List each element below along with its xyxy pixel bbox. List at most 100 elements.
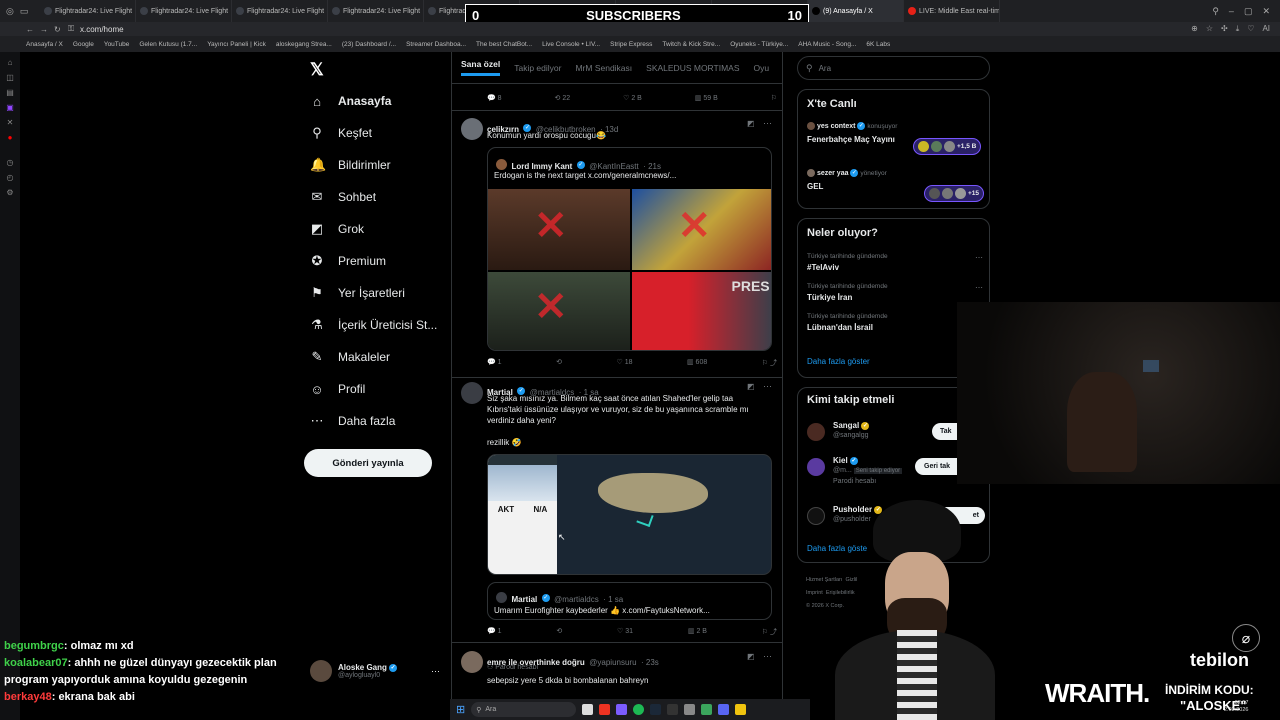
bookmark-item[interactable]: Oyuneks - Türkiye... — [730, 41, 788, 48]
grok-tweet-icon[interactable]: ◩ — [747, 382, 755, 391]
back-icon[interactable]: ← — [26, 25, 40, 34]
nav-item-premium[interactable]: ✪ Premium — [310, 251, 437, 271]
tweet-avatar[interactable] — [461, 382, 483, 404]
trend-item[interactable]: Türkiye tarihinde gündemde #TelAviv ⋯ — [807, 253, 983, 272]
trend-more-icon[interactable]: ⋯ — [975, 253, 983, 262]
folder-icon[interactable] — [735, 704, 747, 715]
forward-icon[interactable]: → — [40, 25, 54, 34]
trends-show-more[interactable]: Daha fazla göster — [807, 357, 870, 366]
bookmark-item[interactable]: Anasayfa / X — [26, 41, 63, 48]
chat-username[interactable]: begumbrgc — [4, 640, 64, 652]
nav-item-mail[interactable]: ✉ Sohbet — [310, 187, 437, 207]
tweet[interactable]: Martial ✓ @martialdcs · 1 sa ◩ ⋯ Siz şak… — [452, 378, 782, 643]
close-icon[interactable]: ✕ — [1262, 6, 1270, 17]
nav-item-search[interactable]: ⚲ Keşfet — [310, 123, 437, 143]
bookmark-item[interactable]: 6K Labs — [866, 41, 890, 48]
quoted-tweet[interactable]: Lord Immy Kant ✓ @KantInEastt · 21s Erdo… — [487, 147, 772, 351]
media-image[interactable]: ✕ — [488, 189, 630, 270]
browser-tab[interactable]: Flightradar24: Live Flight — [40, 0, 136, 22]
timeline-tab[interactable]: MrM Sendikası — [575, 63, 632, 73]
timeline-tab[interactable]: Takip edilyor — [514, 63, 561, 73]
like-button[interactable]: ♡ 18 — [616, 358, 632, 368]
panel-youtube-icon[interactable]: ● — [8, 133, 13, 142]
like-button[interactable]: ♡ 2 B — [623, 94, 642, 102]
bookmark-button[interactable]: ⚐ ⤴ — [762, 358, 777, 368]
search-input[interactable]: Ara — [819, 64, 831, 73]
maximize-icon[interactable]: ▢ — [1244, 6, 1253, 17]
browser-tab[interactable]: Flightradar24: Live Flight — [328, 0, 424, 22]
account-more-icon[interactable]: ⋯ — [431, 666, 440, 677]
like-button[interactable]: ♡ 31 — [617, 627, 633, 637]
task-view-icon[interactable] — [582, 704, 594, 715]
reload-icon[interactable]: ↻ — [54, 25, 68, 34]
panel-twitch-icon[interactable]: ▣ — [6, 103, 14, 112]
views-button[interactable]: ▥ 2 B — [688, 627, 707, 637]
search-box[interactable]: ⚲ Ara — [797, 56, 990, 80]
extensions-icon[interactable]: ✣ — [1221, 24, 1228, 34]
trend-item[interactable]: Türkiye tarihinde gündemde Türkiye İran ⋯ — [807, 283, 983, 302]
views-button[interactable]: ▥ 59 B — [695, 94, 718, 102]
zoom-icon[interactable]: ⊕ — [1191, 24, 1198, 34]
nav-item-creator-studio[interactable]: ⚗ İçerik Üreticisi St... — [310, 315, 437, 335]
bookmark-item[interactable]: aloskegang Strea... — [276, 41, 332, 48]
bookmark-item[interactable]: Streamer Dashboa... — [406, 41, 466, 48]
search-tabs-icon[interactable]: ⚲ — [1212, 6, 1219, 17]
browser-menu[interactable]: ◎ ▭ — [0, 0, 40, 22]
panel-x-icon[interactable]: ✕ — [7, 118, 14, 127]
sidebar-toggle-icon[interactable]: ▭ — [20, 6, 29, 17]
site-info-icon[interactable]: ⚿ — [68, 24, 80, 34]
media-image[interactable]: ✕ — [488, 271, 630, 350]
bookmark-star-icon[interactable]: ☆ — [1206, 24, 1213, 34]
timeline-tab[interactable]: Oyu — [754, 63, 770, 73]
account-switcher[interactable]: Aloske Gang ✓ @aylogluayl0 ⋯ — [310, 659, 440, 683]
live-listeners[interactable]: +15 — [924, 185, 985, 202]
bookmark-item[interactable]: YouTube — [104, 41, 130, 48]
views-button[interactable]: ▥ 608 — [687, 358, 707, 368]
tweet-media-map[interactable]: AKT N/A ↖ — [487, 454, 772, 575]
panel-history-icon[interactable]: ◷ — [7, 158, 14, 167]
bookmark-item[interactable]: Live Console • LIV... — [542, 41, 600, 48]
repost-button[interactable]: ⟲ — [556, 358, 562, 368]
nav-item-articles[interactable]: ✎ Makaleler — [310, 347, 437, 367]
tweet[interactable]: çelikzırn ✓ @celikbutbroken · 13d ◩ ⋯ Ko… — [452, 110, 782, 378]
bookmark-button[interactable]: ⚐ ⤴ — [762, 627, 777, 637]
reply-button[interactable]: 💬 8 — [487, 94, 502, 102]
live-item[interactable]: yes context ✓ konuşuyor Fenerbahçe Maç Y… — [807, 122, 983, 155]
browser-tab[interactable]: Flightradar24: Live Flight — [232, 0, 328, 22]
tweet-time[interactable]: · 23s — [641, 658, 659, 667]
minimize-icon[interactable]: – — [1229, 6, 1234, 17]
nav-item-home[interactable]: ⌂ Anasayfa — [310, 91, 437, 111]
epic-games-icon[interactable] — [667, 704, 679, 715]
app-icon[interactable] — [684, 704, 696, 715]
panel-clock-icon[interactable]: ◴ — [7, 173, 14, 182]
media-image[interactable]: PRES — [631, 271, 771, 350]
grok-tweet-icon[interactable]: ◩ — [747, 119, 755, 128]
quoted-media-grid[interactable]: ✕ ✕ ✕ PRES — [488, 189, 771, 350]
bookmark-item[interactable]: The best ChatBot... — [476, 41, 532, 48]
browser-tab[interactable]: Flightradar24: Live Flight — [136, 0, 232, 22]
reply-button[interactable]: 💬 1 — [487, 627, 502, 637]
windows-start-icon[interactable]: ⊞ — [456, 703, 465, 716]
tweet-more-icon[interactable]: ⋯ — [763, 381, 772, 392]
bookmark-item[interactable]: Stripe Express — [610, 41, 652, 48]
system-clock[interactable]: 02:57 2.03.2026 — [1224, 700, 1248, 714]
nav-item-more[interactable]: ⋯ Daha fazla — [310, 411, 437, 431]
bookmark-item[interactable]: Google — [73, 41, 94, 48]
bookmark-item[interactable]: Gelen Kutusu (1.7... — [139, 41, 197, 48]
url-field[interactable]: x.com/home — [80, 25, 124, 34]
xbox-icon[interactable] — [701, 704, 713, 715]
heart-icon[interactable]: ♡ — [1247, 24, 1254, 34]
panel-news-icon[interactable]: ▤ — [6, 88, 14, 97]
bookmark-item[interactable]: Yayıncı Paneli | Kick — [207, 41, 266, 48]
timeline-tab[interactable]: Sana özel — [461, 59, 501, 76]
browser-tab[interactable]: (9) Anasayfa / X — [808, 0, 904, 22]
media-image[interactable]: ✕ — [631, 189, 771, 270]
ai-icon[interactable]: AI — [1262, 24, 1270, 34]
quoted-tweet[interactable]: Martial ✓ @martialdcs · 1 sa Umarım Euro… — [487, 582, 772, 620]
live-listeners[interactable]: +1,5 B — [913, 138, 982, 155]
download-icon[interactable]: ⤓ — [1236, 24, 1240, 34]
nav-item-grok[interactable]: ◩ Grok — [310, 219, 437, 239]
bookmark-item[interactable]: AHA Music - Song... — [798, 41, 856, 48]
chat-username[interactable]: berkay48 — [4, 691, 52, 703]
taskbar-search[interactable]: ⚲ Ara — [471, 702, 577, 717]
